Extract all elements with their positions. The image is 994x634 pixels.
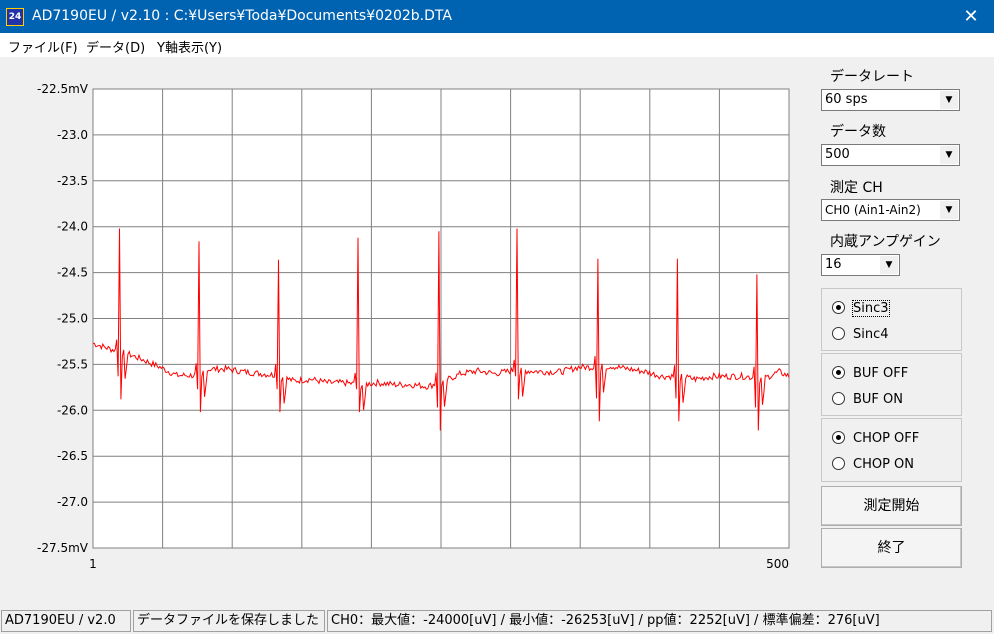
radio-sinc3[interactable]: Sinc3 — [832, 300, 890, 317]
channel-select[interactable]: CH0 (Ain1-Ain2) ▼ — [821, 199, 960, 221]
status-version: AD7190EU / v2.0 — [1, 610, 131, 632]
gain-value: 16 — [825, 257, 842, 272]
filter-group: Sinc3 Sinc4 — [821, 288, 962, 351]
radio-buf-on[interactable]: BUF ON — [832, 392, 903, 407]
chop-group: CHOP OFF CHOP ON — [821, 418, 962, 482]
radio-buf-on-label: BUF ON — [853, 392, 904, 407]
data-count-label: データ数 — [830, 124, 886, 140]
menu-file[interactable]: ファイル(F) — [8, 37, 78, 56]
radio-chop-on[interactable]: CHOP ON — [832, 457, 914, 472]
waveform-chart: -22.5mV -23.0 -23.5 -24.0 -24.5 -25.0 -25.5 -26… — [37, 82, 790, 571]
status-statistics: CH0：最大値：-24000[uV] / 最小値：-26253[uV] / pp… — [327, 610, 992, 632]
channel-label: 測定 CH — [830, 180, 883, 196]
radio-buf-off[interactable]: BUF OFF — [832, 366, 908, 381]
exit-button[interactable]: 終了 — [821, 528, 962, 568]
radio-chop-off-label: CHOP OFF — [853, 431, 920, 446]
gain-label: 内蔵アンプゲイン — [830, 234, 941, 250]
title-bar: 24 AD7190EU / v2.10 : C:¥Users¥Toda¥Docu… — [0, 0, 994, 33]
y-tick-label: -27.5mV — [37, 541, 89, 555]
status-message: データファイルを保存しました — [133, 610, 325, 632]
window-title: AD7190EU / v2.10 : C:¥Users¥Toda¥Documen… — [32, 8, 452, 24]
radio-unselected-icon — [832, 457, 845, 470]
y-tick-label: -25.5 — [57, 357, 88, 371]
chevron-down-icon: ▼ — [940, 201, 958, 219]
menu-y-axis[interactable]: Y軸表示(Y) — [157, 37, 222, 56]
y-tick-label: -24.5 — [57, 266, 88, 280]
main-area: -22.5mV -23.0 -23.5 -24.0 -24.5 -25.0 -25.5 -26… — [0, 57, 994, 608]
radio-selected-icon — [832, 366, 845, 379]
y-tick-label: -23.0 — [57, 128, 88, 142]
data-rate-select[interactable]: 60 sps ▼ — [821, 89, 960, 111]
menu-bar: ファイル(F) データ(D) Y軸表示(Y) — [0, 33, 994, 57]
data-count-select[interactable]: 500 ▼ — [821, 144, 960, 166]
radio-chop-off[interactable]: CHOP OFF — [832, 431, 919, 446]
menu-data[interactable]: データ(D) — [86, 37, 145, 56]
buf-group: BUF OFF BUF ON — [821, 353, 962, 416]
y-tick-label: -24.0 — [57, 220, 88, 234]
app-icon[interactable]: 24 — [6, 8, 24, 26]
chevron-down-icon: ▼ — [940, 91, 958, 109]
y-tick-label: -25.0 — [57, 312, 88, 326]
radio-selected-icon — [832, 301, 845, 314]
radio-sinc3-label: Sinc3 — [852, 300, 890, 317]
radio-sinc4[interactable]: Sinc4 — [832, 327, 889, 342]
x-tick-label: 1 — [89, 557, 97, 571]
status-bar: AD7190EU / v2.0 データファイルを保存しました CH0：最大値：-… — [0, 608, 994, 634]
data-rate-value: 60 sps — [825, 92, 868, 107]
radio-sinc4-label: Sinc4 — [853, 327, 889, 342]
data-count-value: 500 — [825, 147, 850, 162]
radio-chop-on-label: CHOP ON — [853, 457, 915, 472]
radio-selected-icon — [832, 431, 845, 444]
y-tick-label: -23.5 — [57, 174, 88, 188]
y-tick-label: -27.0 — [57, 495, 88, 509]
radio-unselected-icon — [832, 392, 845, 405]
gain-select[interactable]: 16 ▼ — [821, 254, 900, 276]
y-tick-label: -26.0 — [57, 403, 88, 417]
start-measurement-button[interactable]: 測定開始 — [821, 486, 962, 526]
channel-value: CH0 (Ain1-Ain2) — [825, 203, 921, 217]
radio-buf-off-label: BUF OFF — [853, 366, 909, 381]
x-tick-label: 500 — [766, 557, 789, 571]
chevron-down-icon: ▼ — [880, 256, 898, 274]
y-tick-label: -26.5 — [57, 449, 88, 463]
close-icon[interactable]: ✕ — [948, 0, 994, 33]
chevron-down-icon: ▼ — [940, 146, 958, 164]
data-rate-label: データレート — [830, 69, 914, 85]
y-tick-label: -22.5mV — [37, 82, 89, 96]
radio-unselected-icon — [832, 327, 845, 340]
